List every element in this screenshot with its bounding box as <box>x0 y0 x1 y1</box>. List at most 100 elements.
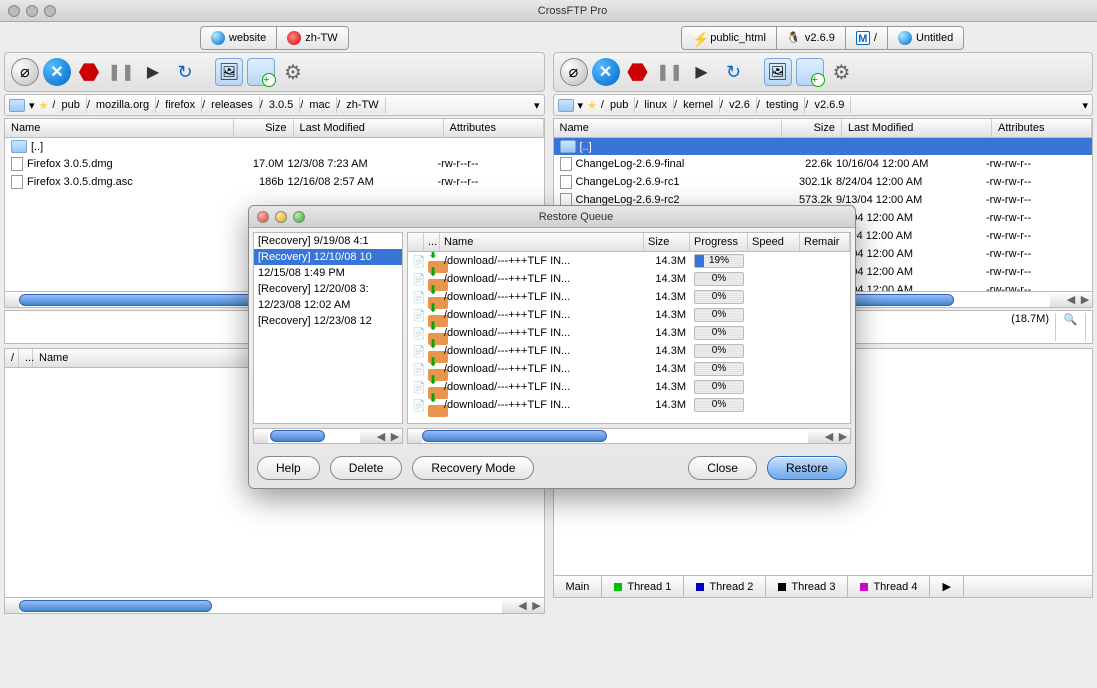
minimize-icon[interactable] <box>275 211 287 223</box>
path-segments[interactable]: /pub/linux/kernel/v2.6/testing/v2.6.9 <box>601 99 852 111</box>
settings-icon[interactable]: ⚙ <box>279 58 307 86</box>
site-tab[interactable]: 🐧v2.6.9 <box>777 26 846 50</box>
session-list[interactable]: [Recovery] 9/19/08 4:1[Recovery] 12/10/0… <box>253 232 403 424</box>
path-segment[interactable]: mozilla.org <box>90 97 156 113</box>
col-attributes[interactable]: Attributes <box>992 119 1092 137</box>
view-icon[interactable]: 🖼 <box>215 58 243 86</box>
session-item[interactable]: 12/15/08 1:49 PM <box>254 265 402 281</box>
help-button[interactable]: Help <box>257 456 320 480</box>
session-item[interactable]: [Recovery] 9/19/08 4:1 <box>254 233 402 249</box>
new-folder-icon[interactable] <box>796 58 824 86</box>
queue-row[interactable]: 📄⬇ /download/---+++TLF IN...14.3M0% <box>408 288 850 306</box>
col-progress[interactable]: Progress <box>690 233 748 251</box>
thread-tab[interactable]: Thread 3 <box>766 576 848 597</box>
site-tab[interactable]: ⚡public_html <box>681 26 777 50</box>
hscrollbar[interactable]: ◀▶ <box>407 428 851 444</box>
delete-button[interactable]: Delete <box>330 456 403 480</box>
path-segment[interactable]: testing <box>760 97 805 113</box>
refresh-icon[interactable]: ↻ <box>720 58 748 86</box>
col-name[interactable]: Name <box>5 119 234 137</box>
pause-icon[interactable]: ❚❚ <box>656 58 684 86</box>
zoom-icon[interactable] <box>44 5 56 17</box>
thread-tab[interactable]: Thread 2 <box>684 576 766 597</box>
session-item[interactable]: [Recovery] 12/23/08 12 <box>254 313 402 329</box>
play-icon[interactable]: ▶ <box>139 58 167 86</box>
queue-row[interactable]: 📄⬇ /download/---+++TLF IN...14.3M0% <box>408 360 850 378</box>
col-size[interactable]: Size <box>234 119 294 137</box>
path-segment[interactable]: linux <box>638 97 674 113</box>
col-name[interactable]: Name <box>440 233 644 251</box>
settings-icon[interactable]: ⚙ <box>828 58 856 86</box>
path-segment[interactable]: mac <box>303 97 337 113</box>
close-button[interactable]: Close <box>688 456 757 480</box>
queue-row[interactable]: 📄⬇ /download/---+++TLF IN...14.3M0% <box>408 378 850 396</box>
col-attributes[interactable]: Attributes <box>444 119 544 137</box>
queue-row[interactable]: 📄⬇ /download/---+++TLF IN...14.3M0% <box>408 342 850 360</box>
path-segment[interactable]: zh-TW <box>340 97 385 113</box>
col-state[interactable]: ... <box>424 233 440 251</box>
queue-row[interactable]: 📄⬇ /download/---+++TLF IN...14.3M0% <box>408 324 850 342</box>
col-size[interactable]: Size <box>644 233 690 251</box>
col-name[interactable]: Name <box>554 119 783 137</box>
col-icon[interactable] <box>408 233 424 251</box>
right-path-bar[interactable]: ▾ ★ /pub/linux/kernel/v2.6/testing/v2.6.… <box>553 94 1094 116</box>
hscrollbar[interactable]: ◀▶ <box>4 598 545 614</box>
thread-tab[interactable]: Main <box>554 576 603 597</box>
path-segment[interactable]: firefox <box>159 97 202 113</box>
favorite-icon[interactable]: ★ <box>39 99 49 112</box>
minimize-icon[interactable] <box>26 5 38 17</box>
col-index[interactable]: / <box>5 349 19 367</box>
session-item[interactable]: 12/23/08 12:02 AM <box>254 297 402 313</box>
col-status[interactable]: ... <box>19 349 33 367</box>
left-path-bar[interactable]: ▾ ★ /pub/mozilla.org/firefox/releases/3.… <box>4 94 545 116</box>
site-tab[interactable]: Untitled <box>888 26 964 50</box>
queue-row[interactable]: 📄⬇ /download/---+++TLF IN...14.3M19% <box>408 252 850 270</box>
stop-icon[interactable]: ⬣ <box>75 58 103 86</box>
site-tab[interactable]: M/ <box>846 26 888 50</box>
col-remaining[interactable]: Remair <box>800 233 850 251</box>
path-segment[interactable]: v2.6 <box>723 97 757 113</box>
abort-icon[interactable]: ✕ <box>592 58 620 86</box>
col-size[interactable]: Size <box>782 119 842 137</box>
file-row[interactable]: [..] <box>5 138 544 155</box>
queue-row[interactable]: 📄⬇ /download/---+++TLF IN...14.3M0% <box>408 306 850 324</box>
new-folder-icon[interactable] <box>247 58 275 86</box>
path-segment[interactable]: 3.0.5 <box>263 97 300 113</box>
pause-icon[interactable]: ❚❚ <box>107 58 135 86</box>
col-modified[interactable]: Last Modified <box>842 119 992 137</box>
session-item[interactable]: [Recovery] 12/10/08 10 <box>254 249 402 265</box>
thread-tab[interactable]: Thread 1 <box>602 576 684 597</box>
site-tab[interactable]: zh-TW <box>277 26 348 50</box>
col-speed[interactable]: Speed <box>748 233 800 251</box>
file-row[interactable]: [..] <box>554 138 1093 155</box>
thread-tab[interactable]: Thread 4 <box>848 576 930 597</box>
path-segment[interactable]: pub <box>55 97 86 113</box>
path-segment[interactable]: kernel <box>677 97 720 113</box>
site-tab[interactable]: website <box>200 26 277 50</box>
abort-icon[interactable]: ✕ <box>43 58 71 86</box>
chevron-down-icon[interactable]: ▾ <box>29 99 35 112</box>
chevron-down-icon[interactable]: ▾ <box>534 99 540 112</box>
queue-row[interactable]: 📄⬇ /download/---+++TLF IN...14.3M0% <box>408 396 850 414</box>
disconnect-icon[interactable]: ⌀ <box>11 58 39 86</box>
chevron-down-icon[interactable]: ▾ <box>1082 99 1088 112</box>
file-row[interactable]: ChangeLog-2.6.9-final22.6k10/16/04 12:00… <box>554 155 1093 173</box>
chevron-down-icon[interactable]: ▾ <box>578 99 584 112</box>
close-icon[interactable] <box>8 5 20 17</box>
file-row[interactable]: Firefox 3.0.5.dmg17.0M12/3/08 7:23 AM-rw… <box>5 155 544 173</box>
close-icon[interactable] <box>257 211 269 223</box>
queue-row[interactable]: 📄⬇ /download/---+++TLF IN...14.3M0% <box>408 270 850 288</box>
play-icon[interactable]: ▶ <box>688 58 716 86</box>
file-row[interactable]: Firefox 3.0.5.dmg.asc186b12/16/08 2:57 A… <box>5 173 544 191</box>
favorite-icon[interactable]: ★ <box>587 99 597 112</box>
file-row[interactable]: ChangeLog-2.6.9-rc1302.1k8/24/04 12:00 A… <box>554 173 1093 191</box>
disconnect-icon[interactable]: ⌀ <box>560 58 588 86</box>
path-segment[interactable]: releases <box>205 97 260 113</box>
stop-icon[interactable]: ⬣ <box>624 58 652 86</box>
restore-button[interactable]: Restore <box>767 456 847 480</box>
more-threads-icon[interactable]: ▶ <box>930 576 963 597</box>
queue-table[interactable]: ... Name Size Progress Speed Remair 📄⬇ /… <box>407 232 851 424</box>
view-icon[interactable]: 🖼 <box>764 58 792 86</box>
col-modified[interactable]: Last Modified <box>294 119 444 137</box>
path-segment[interactable]: pub <box>604 97 635 113</box>
